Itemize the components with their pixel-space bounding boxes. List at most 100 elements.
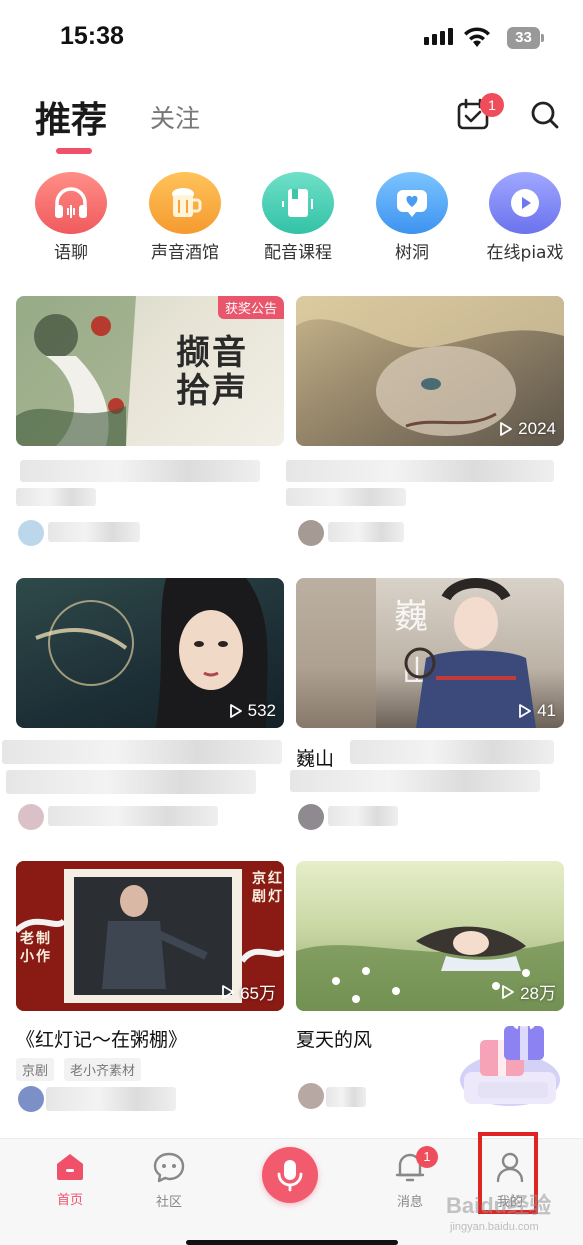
feed-card[interactable]: 巍 山 41 巍山 — [290, 578, 564, 830]
category-label: 树洞 — [395, 243, 429, 262]
blurred-title — [2, 740, 282, 764]
svg-text:制: 制 — [36, 930, 50, 947]
card-tag[interactable]: 京剧 — [16, 1058, 55, 1081]
blurred-author — [328, 806, 398, 826]
blurred-author — [48, 806, 218, 826]
svg-text:京: 京 — [252, 870, 266, 887]
battery-indicator: 33 — [507, 27, 544, 49]
card-title: 巍山 — [296, 748, 335, 770]
play-triangle-icon — [222, 984, 234, 999]
beer-icon — [149, 172, 221, 234]
nav-label: 消息 — [396, 1195, 423, 1210]
play-triangle-icon — [502, 984, 514, 999]
blurred-author — [46, 1087, 176, 1111]
nav-messages[interactable]: 消息 — [370, 1151, 450, 1210]
play-count: 41 — [517, 701, 556, 721]
category-tree-hole[interactable]: 树洞 — [357, 172, 467, 262]
home-icon — [57, 1154, 83, 1180]
tab-follow[interactable]: 关注 — [150, 99, 200, 135]
card-thumbnail: 巍 山 41 — [296, 578, 564, 728]
category-label: 配音课程 — [264, 243, 332, 262]
play-count: 2024 — [498, 419, 556, 439]
home-indicator[interactable] — [186, 1240, 398, 1245]
category-voice-tavern[interactable]: 声音酒馆 — [130, 172, 240, 262]
feed-card[interactable]: 28万 夏天的风 — [296, 861, 564, 1109]
blurred-title — [290, 770, 540, 792]
cellular-signal-icon — [424, 28, 453, 45]
category-pia[interactable]: 在线pia戏 — [470, 172, 580, 262]
gift-box-icon[interactable] — [458, 1020, 562, 1108]
play-count-value: 532 — [247, 701, 276, 720]
headphones-icon — [35, 172, 107, 234]
category-row: 语聊 声音酒馆 配音课程 树洞 在线pia戏 — [0, 172, 583, 262]
play-count-value: 41 — [537, 701, 556, 720]
svg-text:小: 小 — [20, 949, 34, 965]
avatar[interactable] — [18, 804, 44, 830]
play-count: 532 — [228, 701, 276, 721]
blurred-title — [286, 460, 554, 482]
tab-recommend[interactable]: 推荐 — [35, 91, 107, 143]
card-thumbnail: 制 作 老 小 京 剧 红 灯 65万 — [16, 861, 284, 1011]
card-title: 《红灯记～在粥棚》 — [16, 1029, 188, 1051]
play-triangle-icon — [519, 704, 531, 718]
svg-text:灯: 灯 — [268, 888, 282, 905]
award-badge: 获奖公告 — [217, 296, 284, 319]
blurred-title — [16, 488, 96, 506]
play-triangle-icon — [229, 704, 242, 718]
blurred-title — [350, 740, 554, 764]
poster-text: 撷音拾声 — [176, 333, 248, 411]
nav-community[interactable]: 社区 — [129, 1151, 209, 1210]
svg-text:老: 老 — [20, 930, 34, 947]
clock: 15:38 — [60, 22, 124, 50]
status-bar: 15:38 33 — [0, 0, 583, 80]
messages-badge: 1 — [416, 1146, 438, 1168]
feed-card[interactable]: 撷音拾声 获奖公告 — [16, 296, 284, 546]
avatar[interactable] — [18, 1086, 44, 1112]
avatar[interactable] — [298, 520, 324, 546]
card-thumbnail: 532 — [16, 578, 284, 728]
play-count: 65万 — [220, 979, 276, 1004]
wifi-icon — [464, 27, 490, 47]
blurred-author — [48, 522, 140, 542]
card-thumbnail: 28万 — [296, 861, 564, 1011]
calendar-badge: 1 — [480, 93, 504, 117]
card-title: 夏天的风 — [296, 1029, 373, 1051]
play-count-value: 65万 — [240, 984, 276, 1003]
category-label: 在线pia戏 — [486, 243, 564, 262]
community-chat-icon — [153, 1152, 185, 1183]
play-count: 28万 — [500, 979, 556, 1004]
watermark: Baidu经验 — [446, 1193, 552, 1218]
avatar[interactable] — [298, 804, 324, 830]
active-tab-indicator — [56, 148, 92, 154]
nav-label: 社区 — [155, 1195, 182, 1210]
play-triangle-icon — [500, 422, 513, 436]
record-mic-button[interactable] — [262, 1147, 318, 1203]
microphone-icon — [277, 1160, 303, 1192]
category-voice-chat[interactable]: 语聊 — [16, 172, 126, 262]
heart-chat-icon — [376, 172, 448, 234]
feed-card[interactable]: 制 作 老 小 京 剧 红 灯 65万 《红灯记～在粥棚》 京剧 老小齐素材 — [16, 861, 284, 1112]
category-dubbing-course[interactable]: 配音课程 — [243, 172, 353, 262]
feed-card[interactable]: 2024 — [286, 296, 564, 546]
play-icon — [489, 172, 561, 234]
category-label: 声音酒馆 — [151, 243, 219, 262]
card-tag[interactable]: 老小齐素材 — [64, 1058, 142, 1081]
avatar[interactable] — [18, 520, 44, 546]
blurred-title — [286, 488, 406, 506]
book-icon — [262, 172, 334, 234]
nav-home[interactable]: 首页 — [30, 1151, 110, 1208]
search-icon[interactable] — [530, 100, 560, 130]
feed-card[interactable]: 532 — [2, 578, 284, 830]
play-count-value: 28万 — [520, 984, 556, 1003]
svg-text:红: 红 — [268, 870, 282, 887]
category-label: 语聊 — [54, 243, 88, 262]
play-count-value: 2024 — [518, 419, 556, 438]
card-thumbnail: 2024 — [296, 296, 564, 446]
svg-text:巍: 巍 — [394, 597, 428, 637]
avatar[interactable] — [298, 1083, 324, 1109]
svg-text:作: 作 — [36, 948, 50, 965]
nav-label: 首页 — [56, 1193, 83, 1208]
blurred-author — [326, 1087, 366, 1107]
watermark-url: jingyan.baidu.com — [450, 1221, 539, 1233]
blurred-author — [328, 522, 404, 542]
